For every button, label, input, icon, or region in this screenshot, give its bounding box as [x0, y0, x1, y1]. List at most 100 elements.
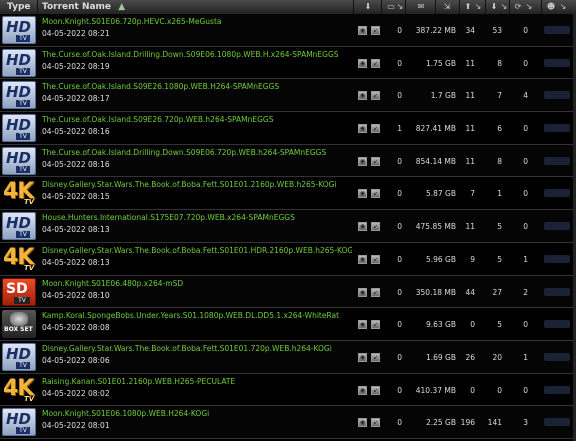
magnet-icon[interactable]: ◉ [358, 418, 367, 428]
category-badge-icon[interactable]: HD TV [2, 48, 36, 77]
table-row[interactable]: HD TV The.Curse.of.Oak.Island.S09E26.720p… [0, 112, 576, 145]
category-badge-icon[interactable]: SD TV [2, 277, 36, 306]
magnet-icon[interactable]: ◉ [358, 189, 367, 199]
column-comments[interactable]: ✉ [406, 0, 436, 14]
torrent-name-link[interactable]: Moon.Knight.S01E06.1080p.WEB.H264-KOGi [42, 409, 352, 418]
torrent-name-link[interactable]: Disney.Gallery.Star.Wars.The.Book.of.Bob… [42, 246, 352, 255]
torrent-date: 04-05-2022 08:02 [42, 388, 110, 398]
download-file-icon[interactable]: ↙ [371, 287, 380, 297]
download-file-icon[interactable]: ↙ [371, 156, 380, 166]
uploader-name-obscured [544, 91, 570, 100]
category-badge-icon[interactable]: HD TV [2, 212, 36, 241]
table-row[interactable]: 4K TV Raising.Kanan.S01E01.2160p.WEB.H265… [0, 374, 576, 407]
magnet-icon[interactable]: ◉ [358, 222, 367, 232]
completed-count: 0 [523, 189, 528, 199]
badge-tv-label: TV [16, 67, 30, 75]
column-seeders[interactable]: ⬆ ↘ [460, 0, 486, 14]
download-file-icon[interactable]: ↙ [371, 385, 380, 395]
category-badge-icon[interactable]: HD TV [2, 81, 36, 110]
torrent-name-link[interactable]: The.Curse.of.Oak.Island.Drilling.Down.S0… [42, 50, 352, 59]
download-file-icon[interactable]: ↙ [371, 418, 380, 428]
torrent-name-link[interactable]: Raising.Kanan.S01E01.2160p.WEB.H265-PECU… [42, 377, 352, 386]
download-file-icon[interactable]: ↙ [371, 189, 380, 199]
torrent-size: 827.41 MB [415, 124, 456, 134]
table-row[interactable]: 4K TV Disney.Gallery.Star.Wars.The.Book.o… [0, 177, 576, 211]
download-file-icon[interactable]: ↙ [371, 222, 380, 232]
magnet-icon[interactable]: ◉ [358, 58, 367, 68]
column-completed[interactable]: ⟳ ↘ [510, 0, 542, 14]
torrent-name-link[interactable]: Moon.Knight.S01E06.720p.HEVC.x265-MeGust… [42, 17, 352, 26]
torrent-name-link[interactable]: The.Curse.of.Oak.Island.Drilling.Down.S0… [42, 148, 352, 157]
torrent-name-link[interactable]: Moon.Knight.S01E06.480p.x264-mSD [42, 279, 352, 288]
magnet-icon[interactable]: ◉ [358, 124, 367, 134]
column-folder[interactable]: ▭ ↘ [382, 0, 406, 14]
download-file-icon[interactable]: ↙ [371, 320, 380, 330]
torrent-name-link[interactable]: Kamp.Koral.SpongeBobs.Under.Years.S01.10… [42, 311, 352, 320]
magnet-icon[interactable]: ◉ [358, 91, 367, 101]
torrent-date: 04-05-2022 08:01 [42, 421, 110, 431]
magnet-icon[interactable]: ◉ [358, 352, 367, 362]
magnet-icon[interactable]: ◉ [358, 156, 367, 166]
column-size[interactable]: ⇲ [436, 0, 460, 14]
category-badge-icon[interactable]: 4K TV [2, 375, 36, 404]
seeders-count: 44 [465, 287, 475, 297]
torrent-name-link[interactable]: Disney.Gallery.Star.Wars.The.Book.of.Bob… [42, 180, 352, 189]
sort-ascending-icon: ▲ [118, 2, 126, 12]
magnet-icon[interactable]: ◉ [358, 320, 367, 330]
category-badge-icon[interactable]: HD TV [2, 146, 36, 175]
category-badge-icon[interactable]: HD TV [2, 342, 36, 371]
download-file-icon[interactable]: ↙ [371, 352, 380, 362]
table-row[interactable]: HD TV Disney.Gallery.Star.Wars.The.Book.o… [0, 340, 576, 374]
seeders-count: 34 [465, 26, 475, 35]
table-row[interactable]: HD TV The.Curse.of.Oak.Island.Drilling.Do… [0, 144, 576, 178]
download-file-icon[interactable]: ↙ [371, 26, 380, 35]
torrent-name-link[interactable]: House.Hunters.International.S175E07.720p… [42, 213, 352, 222]
uploader-name-obscured [544, 58, 570, 67]
download-file-icon[interactable]: ↙ [371, 58, 380, 68]
column-leechers[interactable]: ⬇ ↘ [486, 0, 510, 14]
torrent-size: 410.37 MB [415, 385, 456, 395]
download-file-icon[interactable]: ↙ [371, 124, 380, 134]
completed-count: 3 [523, 418, 528, 428]
uploader-name-obscured [544, 124, 570, 133]
column-uploader[interactable]: ☻ ↘ [542, 0, 576, 14]
magnet-icon[interactable]: ◉ [358, 26, 367, 35]
category-badge-icon[interactable]: 4K TV [2, 244, 36, 273]
table-row[interactable]: SD TV Moon.Knight.S01E06.480p.x264-mSD 04… [0, 275, 576, 309]
magnet-icon[interactable]: ◉ [358, 254, 367, 264]
magnet-icon[interactable]: ◉ [358, 287, 367, 297]
column-torrent-name[interactable]: Torrent Name ▲ [38, 0, 354, 14]
badge-tv-label: TV [16, 35, 30, 42]
magnet-icon[interactable]: ◉ [358, 385, 367, 395]
torrent-name-link[interactable]: The.Curse.of.Oak.Island.S09E26.1080p.WEB… [42, 82, 352, 91]
badge-label: BOX SET [4, 326, 33, 334]
table-row[interactable]: HD TV The.Curse.of.Oak.Island.Drilling.Do… [0, 47, 576, 80]
category-badge-icon[interactable]: BOX SET [2, 310, 36, 339]
category-badge-icon[interactable]: HD TV [2, 114, 36, 143]
completed-count: 0 [523, 156, 528, 166]
torrent-list: HD TV Moon.Knight.S01E06.720p.HEVC.x265-M… [0, 14, 576, 439]
sort-icon: ↘ [559, 2, 567, 11]
seeders-count: 11 [465, 222, 475, 232]
column-download[interactable]: ⬇ [354, 0, 382, 14]
category-badge-icon[interactable]: HD TV [2, 16, 36, 44]
torrent-name-link[interactable]: Disney.Gallery.Star.Wars.The.Book.of.Bob… [42, 344, 352, 353]
column-type[interactable]: Type [0, 0, 38, 14]
badge-label: HD [6, 83, 32, 102]
leechers-count: 7 [497, 91, 502, 101]
table-row[interactable]: HD TV The.Curse.of.Oak.Island.S09E26.1080… [0, 79, 576, 113]
download-file-icon[interactable]: ↙ [371, 91, 380, 101]
category-badge-icon[interactable]: 4K TV [2, 179, 36, 208]
table-row[interactable]: BOX SET Kamp.Koral.SpongeBobs.Under.Year… [0, 308, 576, 341]
category-badge-icon[interactable]: HD TV [2, 408, 36, 437]
torrent-date: 04-05-2022 08:19 [42, 61, 110, 71]
completed-count: 0 [523, 222, 528, 232]
table-row[interactable]: HD TV Moon.Knight.S01E06.720p.HEVC.x265-M… [0, 14, 576, 47]
table-row[interactable]: 4K TV Disney.Gallery.Star.Wars.The.Book.o… [0, 243, 576, 276]
torrent-name-link[interactable]: The.Curse.of.Oak.Island.S09E26.720p.WEB.… [42, 115, 352, 124]
table-row[interactable]: HD TV Moon.Knight.S01E06.1080p.WEB.H264-K… [0, 406, 576, 439]
sort-icon: ↘ [474, 2, 482, 11]
table-row[interactable]: HD TV House.Hunters.International.S175E07… [0, 210, 576, 243]
download-file-icon[interactable]: ↙ [371, 254, 380, 264]
comment-count: 0 [397, 352, 402, 362]
